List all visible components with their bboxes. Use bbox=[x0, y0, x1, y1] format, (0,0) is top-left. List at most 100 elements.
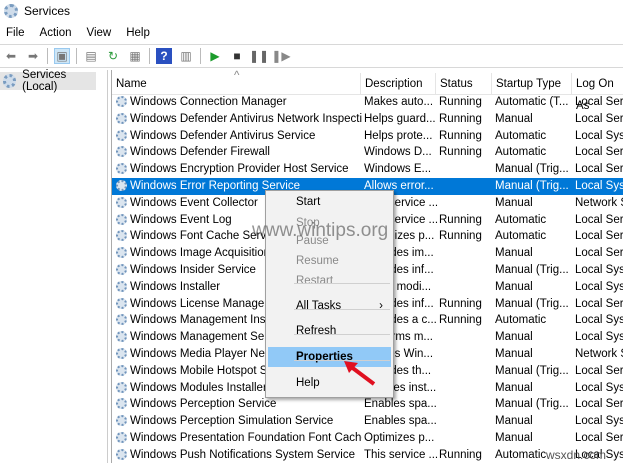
gear-icon bbox=[116, 230, 127, 242]
menu-item-restart[interactable]: Restart bbox=[268, 271, 391, 291]
stop-service-icon[interactable]: ■ bbox=[229, 48, 245, 64]
cell-startup-type: Manual bbox=[495, 432, 533, 444]
table-row[interactable]: Windows Connection Manager Makes auto... R… bbox=[112, 94, 623, 111]
menu-item-label: Pause bbox=[296, 235, 329, 247]
cell-log-on-as: Local Syst bbox=[575, 280, 623, 293]
cell-log-on-as: Local Serv bbox=[575, 398, 623, 411]
cell-log-on-as: Network S bbox=[575, 196, 623, 209]
cell-description: Makes auto... bbox=[364, 96, 434, 108]
column-header-description[interactable]: Description bbox=[360, 73, 423, 95]
cell-log-on-as: Local Syst bbox=[575, 314, 623, 327]
menu-item-label: All Tasks bbox=[296, 300, 342, 312]
cell-startup-type: Manual bbox=[495, 280, 533, 293]
column-header-log-on-as[interactable]: Log On As bbox=[571, 73, 623, 112]
table-row[interactable]: Windows Defender Antivirus Network Inspe… bbox=[112, 111, 623, 128]
cell-log-on-as: Local Syst bbox=[575, 264, 623, 276]
back-icon[interactable]: ⬅ bbox=[3, 48, 19, 64]
refresh-icon[interactable]: ↻ bbox=[105, 48, 121, 64]
cell-name: Windows Presentation Foundation Font Cac… bbox=[116, 430, 362, 447]
menu-item-resume[interactable]: Resume bbox=[268, 251, 391, 271]
table-row[interactable]: Windows Perception Service Enables spa...… bbox=[112, 396, 623, 413]
cell-log-on-as: Local Serv bbox=[575, 247, 623, 260]
menu-action[interactable]: Action bbox=[40, 27, 72, 39]
gear-icon bbox=[116, 146, 127, 158]
cell-status: Running bbox=[439, 146, 482, 159]
cell-startup-type: Manual bbox=[495, 196, 533, 209]
cell-status: Running bbox=[439, 112, 482, 125]
menu-view[interactable]: View bbox=[87, 27, 112, 39]
sort-ascending-icon: ^ bbox=[234, 70, 240, 82]
gear-icon bbox=[116, 96, 127, 107]
cell-name: Windows Defender Firewall bbox=[116, 144, 362, 161]
cell-startup-type: Automatic bbox=[495, 146, 547, 159]
menu-item-stop[interactable]: Stop bbox=[268, 213, 391, 233]
cell-description: Windows D... bbox=[364, 146, 432, 159]
menu-separator bbox=[294, 283, 390, 284]
table-row[interactable]: Windows Perception Simulation Service Ena… bbox=[112, 413, 623, 430]
cell-log-on-as: Local Serv bbox=[575, 230, 623, 243]
cell-log-on-as: Local Syst bbox=[575, 381, 623, 394]
divider bbox=[200, 48, 201, 64]
table-row[interactable]: Windows Encryption Provider Host Service… bbox=[112, 161, 623, 178]
gear-icon bbox=[116, 247, 127, 259]
cell-log-on-as: Local Serv bbox=[575, 364, 623, 377]
cell-startup-type: Automatic bbox=[495, 129, 547, 142]
table-row[interactable]: Windows Defender Antivirus Service Helps … bbox=[112, 128, 623, 145]
tree-item-label: Services (Local) bbox=[22, 69, 67, 93]
cell-startup-type: Manual bbox=[495, 348, 533, 360]
tree-item-services-local[interactable]: Services (Local) bbox=[0, 69, 96, 93]
menu-item-pause[interactable]: Pause bbox=[268, 231, 391, 251]
cell-startup-type: Manual (Trig... bbox=[495, 163, 569, 176]
help-icon[interactable]: ? bbox=[156, 48, 172, 64]
table-row[interactable]: Windows Presentation Foundation Font Cac… bbox=[112, 430, 623, 447]
menu-item-all-tasks[interactable]: All Tasks › bbox=[268, 296, 391, 316]
menu-separator bbox=[294, 309, 390, 310]
gear-icon bbox=[116, 331, 127, 343]
cell-log-on-as: Local Serv bbox=[575, 163, 623, 176]
cell-log-on-as: Local Syst bbox=[575, 180, 623, 192]
menu-file[interactable]: File bbox=[6, 27, 25, 39]
gear-icon bbox=[4, 4, 18, 18]
menu-help[interactable]: Help bbox=[126, 27, 150, 39]
cell-status: Running bbox=[439, 448, 482, 461]
cell-status: Running bbox=[439, 96, 482, 108]
gear-icon bbox=[116, 314, 127, 326]
title-bar: Services bbox=[0, 0, 623, 22]
export-list-icon[interactable]: ▦ bbox=[127, 48, 143, 64]
gear-icon bbox=[116, 398, 127, 410]
action-pane-icon[interactable]: ▥ bbox=[178, 48, 194, 64]
gear-icon bbox=[116, 297, 127, 309]
gear-icon bbox=[116, 264, 127, 275]
resume-service-icon[interactable]: ❚▶ bbox=[271, 48, 290, 64]
cell-log-on-as: Network S bbox=[575, 348, 623, 360]
start-service-icon[interactable]: ▶ bbox=[207, 48, 223, 64]
cell-log-on-as: Local Serv bbox=[575, 146, 623, 159]
pause-service-icon[interactable]: ❚❚ bbox=[249, 48, 269, 64]
gear-icon bbox=[116, 415, 127, 427]
table-row[interactable]: Windows Defender Firewall Windows D... Run… bbox=[112, 144, 623, 161]
column-header-name[interactable]: Name bbox=[112, 73, 147, 95]
menu-bar: File Action View Help bbox=[0, 22, 623, 44]
cell-description: Enables spa... bbox=[364, 415, 437, 428]
properties-icon[interactable]: ▤ bbox=[83, 48, 99, 64]
column-header-startup-type[interactable]: Startup Type bbox=[491, 73, 561, 95]
cell-name: Windows Defender Antivirus Network Inspe… bbox=[116, 111, 362, 128]
cell-status: Running bbox=[439, 314, 482, 327]
menu-item-refresh[interactable]: Refresh bbox=[268, 321, 391, 341]
cell-startup-type: Manual bbox=[495, 415, 533, 428]
cell-startup-type: Manual bbox=[495, 247, 533, 260]
cell-startup-type: Automatic bbox=[495, 213, 547, 226]
cell-log-on-as: Local Serv bbox=[575, 213, 623, 226]
cell-status: Running bbox=[439, 129, 482, 142]
red-arrow-annotation bbox=[344, 361, 376, 386]
forward-icon[interactable]: ➡ bbox=[25, 48, 41, 64]
gear-icon bbox=[116, 196, 127, 208]
menu-item-start[interactable]: Start bbox=[268, 192, 391, 212]
cell-status: Running bbox=[439, 230, 482, 243]
gear-icon bbox=[116, 129, 127, 141]
show-hide-console-tree-icon[interactable]: ▣ bbox=[54, 48, 70, 64]
cell-startup-type: Automatic bbox=[495, 448, 547, 461]
cell-log-on-as: Local Syst bbox=[575, 129, 623, 142]
table-row[interactable]: Windows Push Notifications System Servic… bbox=[112, 447, 623, 463]
column-header-status[interactable]: Status bbox=[435, 73, 473, 95]
